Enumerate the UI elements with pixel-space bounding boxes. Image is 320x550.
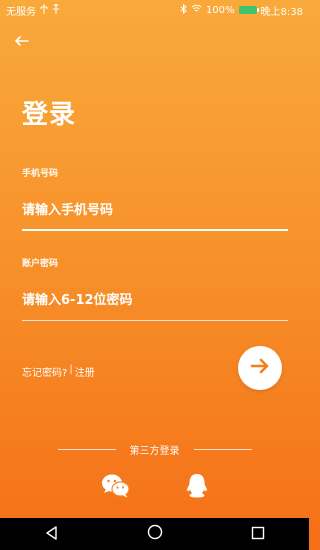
carrier-text: 无服务 xyxy=(6,6,36,18)
divider-left xyxy=(57,448,116,450)
triangle-back-icon xyxy=(45,525,59,544)
back-button[interactable] xyxy=(12,30,32,50)
submit-button[interactable] xyxy=(238,346,282,390)
page-title: 登录 xyxy=(22,100,77,130)
password-label: 账户密码 xyxy=(22,259,59,269)
nav-recents-button[interactable] xyxy=(243,519,273,549)
wifi-icon xyxy=(191,4,202,16)
nav-home-button[interactable] xyxy=(140,519,170,549)
square-recents-icon xyxy=(251,525,265,544)
system-nav-bar xyxy=(0,518,309,550)
arrow-left-icon xyxy=(14,31,29,50)
usb-icon xyxy=(40,3,48,17)
time-text: 晚上8:38 xyxy=(260,6,303,18)
register-link[interactable]: 注册 xyxy=(75,364,95,379)
qq-icon xyxy=(185,473,209,503)
wechat-icon xyxy=(101,473,131,503)
password-underline xyxy=(22,320,288,321)
usb-debug-icon xyxy=(52,2,60,17)
circle-home-icon xyxy=(147,524,163,544)
nav-back-button[interactable] xyxy=(37,519,67,549)
phone-input[interactable] xyxy=(22,200,288,220)
password-input[interactable] xyxy=(22,290,288,310)
divider-right xyxy=(193,448,252,450)
link-separator: | xyxy=(69,364,73,375)
links-row: 忘记密码? | 注册 xyxy=(22,364,95,379)
bluetooth-icon xyxy=(180,3,187,17)
forgot-password-link[interactable]: 忘记密码? xyxy=(22,364,67,379)
status-bar: 无服务 100% 晚上8:38 xyxy=(0,0,309,20)
battery-percent: 100% xyxy=(205,4,235,16)
qq-login-button[interactable] xyxy=(182,474,212,502)
third-party-title: 第三方登录 xyxy=(129,445,180,457)
arrow-right-icon xyxy=(250,358,270,378)
third-party-row: 第三方登录 xyxy=(0,442,309,457)
phone-underline xyxy=(22,229,288,231)
phone-label: 手机号码 xyxy=(22,169,59,179)
battery-icon xyxy=(238,6,259,14)
wechat-login-button[interactable] xyxy=(101,474,131,502)
